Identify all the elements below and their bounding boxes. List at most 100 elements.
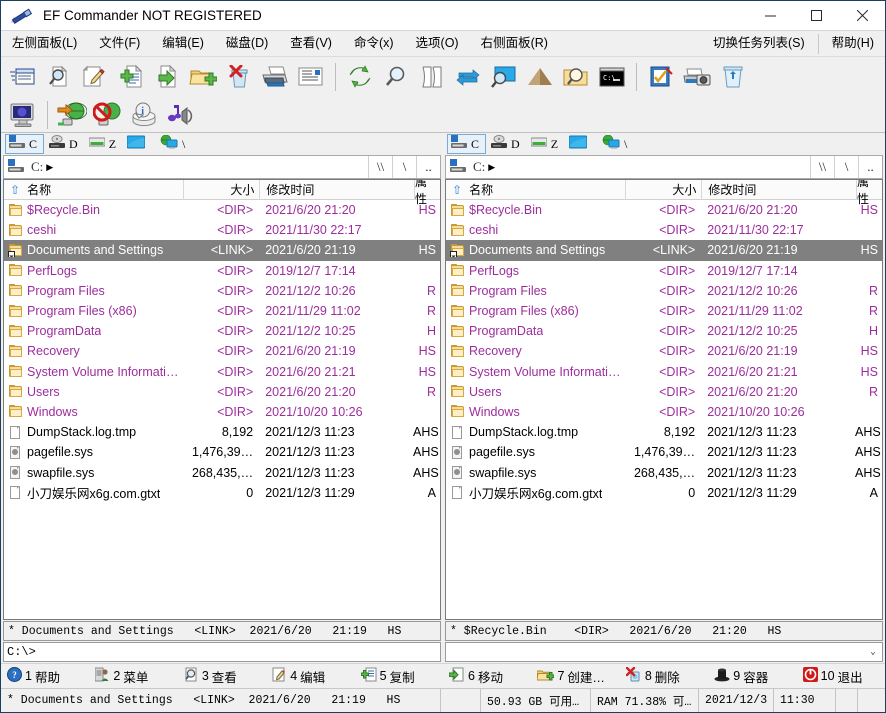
- right-drive-button-z[interactable]: Z: [528, 134, 564, 154]
- function-key-f7[interactable]: 7创建…: [531, 664, 619, 688]
- right-drive-button-desktop[interactable]: [566, 134, 597, 154]
- right-col-name[interactable]: ⇧ 名称: [446, 180, 626, 200]
- monitor-icon[interactable]: [5, 97, 41, 133]
- table-row[interactable]: Recovery<DIR>2021/6/20 21:19HS: [446, 341, 882, 361]
- delete-icon[interactable]: [221, 59, 257, 95]
- menu-view[interactable]: 查看(V): [279, 32, 343, 56]
- left-parent-button[interactable]: ..: [416, 156, 440, 178]
- right-file-list[interactable]: ⇧ 名称 大小 修改时间 属性 $Recycle.Bin<DIR>2021/6/…: [445, 179, 883, 620]
- right-drive-button-network[interactable]: \: [599, 134, 633, 154]
- table-row[interactable]: System Volume Informati…<DIR>2021/6/20 2…: [446, 362, 882, 382]
- table-row[interactable]: swapfile.sys268,435,…2021/12/3 11:23AHS: [4, 462, 440, 482]
- close-button[interactable]: [839, 1, 885, 31]
- function-key-f5[interactable]: 5复制: [355, 664, 443, 688]
- table-row[interactable]: Recovery<DIR>2021/6/20 21:19HS: [4, 341, 440, 361]
- move-file-icon[interactable]: [149, 59, 185, 95]
- folder-search-icon[interactable]: [558, 59, 594, 95]
- minimize-button[interactable]: [747, 1, 793, 31]
- chevron-right-icon[interactable]: ▶: [488, 162, 495, 173]
- table-row[interactable]: Documents and Settings<LINK>2021/6/20 21…: [4, 240, 440, 260]
- table-row[interactable]: Program Files (x86)<DIR>2021/11/29 11:02…: [4, 301, 440, 321]
- right-rows[interactable]: $Recycle.Bin<DIR>2021/6/20 21:20HSceshi<…: [446, 200, 882, 619]
- table-row[interactable]: PerfLogs<DIR>2019/12/7 17:14: [4, 261, 440, 281]
- drive-button-d[interactable]: D: [46, 134, 84, 154]
- drive-button-c[interactable]: C: [5, 134, 44, 154]
- sort-ascending-icon[interactable]: ⇧: [10, 184, 20, 196]
- maximize-button[interactable]: [793, 1, 839, 31]
- right-drive-button-d[interactable]: D: [488, 134, 526, 154]
- sort-ascending-icon[interactable]: ⇧: [452, 184, 462, 196]
- left-root-unc-button[interactable]: \\: [368, 156, 392, 178]
- menu-help[interactable]: 帮助(H): [821, 32, 885, 56]
- menu-task-list[interactable]: 切换任务列表(S): [702, 32, 816, 56]
- search-icon[interactable]: [378, 59, 414, 95]
- table-row[interactable]: $Recycle.Bin<DIR>2021/6/20 21:20HS: [4, 200, 440, 220]
- menu-command[interactable]: 命令(x): [343, 32, 405, 56]
- function-key-f10[interactable]: 10退出: [797, 664, 885, 688]
- table-row[interactable]: 小刀娱乐网x6g.com.gtxt02021/12/3 11:29A: [446, 483, 882, 503]
- table-row[interactable]: swapfile.sys268,435,…2021/12/3 11:23AHS: [446, 462, 882, 482]
- sync-icon[interactable]: [450, 59, 486, 95]
- menu-file[interactable]: 文件(F): [88, 32, 151, 56]
- ftp-connect-icon[interactable]: [54, 97, 90, 133]
- drive-button-z[interactable]: Z: [86, 134, 122, 154]
- copy-file-icon[interactable]: [113, 59, 149, 95]
- table-row[interactable]: Windows<DIR>2021/10/20 10:26: [446, 402, 882, 422]
- right-drive-button-c[interactable]: C: [447, 134, 486, 154]
- table-row[interactable]: $Recycle.Bin<DIR>2021/6/20 21:20HS: [446, 200, 882, 220]
- function-key-f1[interactable]: ?1帮助: [1, 664, 89, 688]
- function-key-f2[interactable]: 2菜单: [89, 664, 177, 688]
- table-row[interactable]: Windows<DIR>2021/10/20 10:26: [4, 402, 440, 422]
- right-path-text[interactable]: C: ▶: [473, 159, 495, 175]
- table-row[interactable]: Users<DIR>2021/6/20 21:20R: [4, 382, 440, 402]
- drive-button-desktop[interactable]: [124, 134, 155, 154]
- function-key-f4[interactable]: 4编辑: [266, 664, 354, 688]
- table-row[interactable]: ceshi<DIR>2021/11/30 22:17: [4, 220, 440, 240]
- left-path-bar[interactable]: C: ▶ \\ \ ..: [3, 155, 441, 179]
- table-row[interactable]: System Volume Informati…<DIR>2021/6/20 2…: [4, 362, 440, 382]
- menu-edit[interactable]: 编辑(E): [151, 32, 215, 56]
- file-search-icon[interactable]: [41, 59, 77, 95]
- checklist-icon[interactable]: [643, 59, 679, 95]
- table-row[interactable]: Program Files (x86)<DIR>2021/11/29 11:02…: [446, 301, 882, 321]
- right-path-bar[interactable]: C: ▶ \\ \ ..: [445, 155, 883, 179]
- left-col-name[interactable]: ⇧ 名称: [4, 180, 184, 200]
- drive-info-icon[interactable]: i: [126, 97, 162, 133]
- function-key-f3[interactable]: 3查看: [178, 664, 266, 688]
- table-row[interactable]: Program Files<DIR>2021/12/2 10:26R: [446, 281, 882, 301]
- table-row[interactable]: ProgramData<DIR>2021/12/2 10:25H: [446, 321, 882, 341]
- console-icon[interactable]: C:\: [594, 59, 630, 95]
- function-key-f9[interactable]: 9容器: [708, 664, 796, 688]
- table-row[interactable]: DumpStack.log.tmp8,1922021/12/3 11:23AHS: [4, 422, 440, 442]
- right-parent-button[interactable]: ..: [858, 156, 882, 178]
- function-key-f6[interactable]: 6移动: [443, 664, 531, 688]
- left-path-text[interactable]: C: ▶: [31, 159, 53, 175]
- ftp-disconnect-icon[interactable]: [90, 97, 126, 133]
- print-icon[interactable]: [257, 59, 293, 95]
- chevron-down-icon[interactable]: ⌄: [864, 643, 882, 661]
- table-row[interactable]: Users<DIR>2021/6/20 21:20R: [446, 382, 882, 402]
- new-folder-icon[interactable]: [185, 59, 221, 95]
- table-row[interactable]: Documents and Settings<LINK>2021/6/20 21…: [446, 240, 882, 260]
- menu-right-panel[interactable]: 右侧面板(R): [470, 32, 559, 56]
- right-command-line[interactable]: ⌄: [445, 642, 883, 662]
- right-col-date[interactable]: 修改时间: [702, 180, 857, 200]
- pyramid-icon[interactable]: [522, 59, 558, 95]
- table-row[interactable]: DumpStack.log.tmp8,1922021/12/3 11:23AHS: [446, 422, 882, 442]
- table-row[interactable]: pagefile.sys1,476,39…2021/12/3 11:23AHS: [446, 442, 882, 462]
- compare-icon[interactable]: [414, 59, 450, 95]
- screen-search-icon[interactable]: [486, 59, 522, 95]
- recycle-bin-icon[interactable]: [715, 59, 751, 95]
- left-col-date[interactable]: 修改时间: [260, 180, 415, 200]
- table-row[interactable]: ProgramData<DIR>2021/12/2 10:25H: [4, 321, 440, 341]
- multimedia-icon[interactable]: [162, 97, 198, 133]
- table-row[interactable]: Program Files<DIR>2021/12/2 10:26R: [4, 281, 440, 301]
- table-row[interactable]: pagefile.sys1,476,39…2021/12/3 11:23AHS: [4, 442, 440, 462]
- right-root-unc-button[interactable]: \\: [810, 156, 834, 178]
- right-col-size[interactable]: 大小: [626, 180, 703, 200]
- briefcase-window-icon[interactable]: [5, 59, 41, 95]
- chevron-right-icon[interactable]: ▶: [46, 162, 53, 173]
- table-row[interactable]: 小刀娱乐网x6g.com.gtxt02021/12/3 11:29A: [4, 483, 440, 503]
- menu-disk[interactable]: 磁盘(D): [215, 32, 279, 56]
- right-root-button[interactable]: \: [834, 156, 858, 178]
